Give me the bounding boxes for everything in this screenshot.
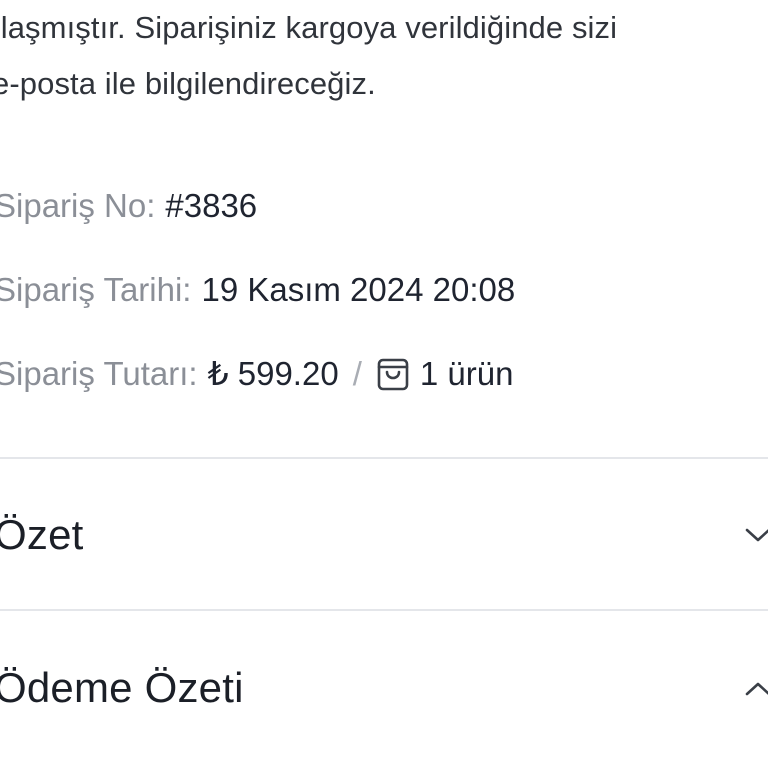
order-total-value: ₺ 599.20 xyxy=(207,355,339,392)
order-item-count: 1 ürün xyxy=(419,355,514,392)
summary-title: Özet xyxy=(0,511,84,558)
shopping-bag-icon xyxy=(376,356,410,392)
intro-line-1: ılaşmıştır. Siparişiniz kargoya verildiğ… xyxy=(0,10,618,45)
order-date-row: Sipariş Tarihi: 19 Kasım 2024 20:08 xyxy=(0,270,515,310)
payment-summary-accordion[interactable]: Ödeme Özeti xyxy=(0,611,768,761)
summary-accordion[interactable]: Özet xyxy=(0,459,768,609)
order-date-value: 19 Kasım 2024 20:08 xyxy=(201,271,516,308)
payment-summary-title: Ödeme Özeti xyxy=(0,664,244,711)
intro-line-2: e-posta ile bilgilendireceğiz. xyxy=(0,66,376,101)
order-number-row: Sipariş No: #3836 xyxy=(0,186,257,226)
order-total-row: Sipariş Tutarı: ₺ 599.20 / 1 ürün xyxy=(0,354,513,394)
order-number-label: Sipariş No: xyxy=(0,187,156,224)
order-number-value: #3836 xyxy=(165,187,258,224)
order-confirmation-page: ılaşmıştır. Siparişiniz kargoya verildiğ… xyxy=(0,0,768,768)
order-total-label: Sipariş Tutarı: xyxy=(0,355,198,392)
order-intro-message: ılaşmıştır. Siparişiniz kargoya verildiğ… xyxy=(0,0,768,112)
order-date-label: Sipariş Tarihi: xyxy=(0,271,192,308)
total-separator: / xyxy=(352,355,362,392)
chevron-up-icon[interactable] xyxy=(744,679,768,699)
chevron-down-icon[interactable] xyxy=(744,525,768,545)
